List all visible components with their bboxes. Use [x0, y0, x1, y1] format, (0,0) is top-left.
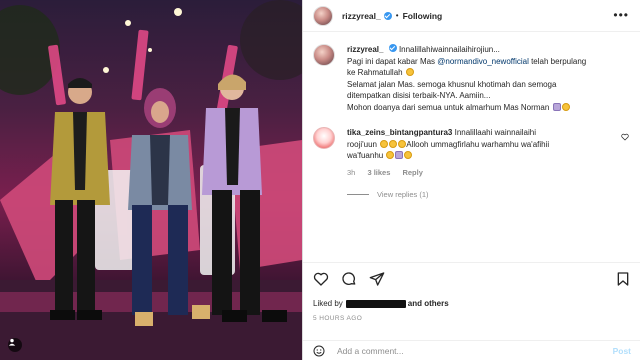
- heart-icon[interactable]: [313, 271, 329, 287]
- reply-button[interactable]: Reply: [402, 168, 422, 177]
- liked-by-prefix: Liked by: [313, 299, 343, 308]
- sad-emoji-icon: [561, 102, 570, 111]
- verified-icon: [383, 11, 392, 20]
- more-icon[interactable]: •••: [613, 8, 629, 22]
- crying-emoji-icon: [380, 139, 389, 148]
- comment-icon[interactable]: [341, 271, 357, 287]
- crying-emoji-icon: [404, 151, 413, 159]
- crying-emoji-icon: [386, 151, 395, 159]
- separator-dot: •: [395, 11, 399, 20]
- bookmark-icon[interactable]: [615, 271, 631, 287]
- comment-line: Allooh ummagfirlahu warhamhu wa'afihii: [406, 139, 550, 149]
- post-timestamp: 5 HOURS AGO: [313, 315, 363, 322]
- emoji-icon[interactable]: [313, 345, 325, 357]
- redacted-username: [345, 299, 406, 308]
- post-header: rizzyreal_ • Following •••: [303, 0, 640, 32]
- caption-line: telah berpulang: [528, 56, 587, 66]
- liked-by-others[interactable]: and others: [408, 299, 449, 308]
- caption-line: Pagi ini dapat kabar Mas: [347, 56, 438, 66]
- view-replies-button[interactable]: View replies (1): [347, 190, 631, 199]
- avatar[interactable]: [313, 5, 333, 26]
- following-button[interactable]: Following: [403, 11, 443, 21]
- post-sidebar: rizzyreal_ • Following ••• rizzyreal_ In…: [302, 0, 640, 360]
- comment-age: 3h: [347, 167, 356, 177]
- caption-line: Mohon doanya dari semua untuk almarhum M…: [347, 102, 550, 112]
- comments-list: rizzyreal_ Innalillahiwainnailaihirojiun…: [303, 44, 640, 266]
- mention-link[interactable]: @normandivo_newofficial: [437, 57, 529, 66]
- avatar[interactable]: [313, 44, 335, 66]
- stage-scene: [0, 0, 302, 360]
- comment-heart-icon[interactable]: [621, 133, 629, 141]
- post-photo[interactable]: [0, 0, 302, 360]
- praying-hands-icon: [552, 102, 561, 111]
- comment-likes[interactable]: 3 likes: [367, 168, 390, 177]
- caption-line: Selamat jalan Mas. semoga khusnul khotim…: [347, 79, 557, 89]
- caption-line: ke Rahmatullah: [347, 68, 403, 77]
- comment-line: wa'fuanhu: [347, 151, 384, 160]
- comment-meta: 3h 3 likes Reply: [347, 168, 631, 177]
- comment-item: tika_zeins_bintangpantura3 Innalillaahi …: [313, 127, 631, 199]
- view-replies-label: View replies (1): [377, 189, 429, 199]
- add-comment-bar: Add a comment... Post: [303, 340, 640, 360]
- sad-emoji-icon: [405, 68, 414, 76]
- avatar[interactable]: [313, 127, 335, 149]
- action-icons: [313, 269, 631, 291]
- crying-emoji-icon: [389, 139, 398, 148]
- comment-line: Innalillaahi wainnailaihi: [454, 128, 536, 137]
- caption-text: rizzyreal_ Innalillahiwainnailaihirojiun…: [347, 44, 631, 113]
- instagram-post: rizzyreal_ • Following ••• rizzyreal_ In…: [0, 0, 640, 360]
- divider: [347, 193, 369, 195]
- comment-text: tika_zeins_bintangpantura3 Innalillaahi …: [347, 127, 631, 162]
- caption-line: ditempatkan disisi terbaik-NYA. Aamiin..…: [347, 91, 491, 100]
- caption: rizzyreal_ Innalillahiwainnailaihirojiun…: [313, 44, 631, 113]
- caption-username[interactable]: rizzyreal_: [347, 45, 383, 54]
- praying-hands-icon: [395, 151, 404, 159]
- header-username[interactable]: rizzyreal_: [342, 11, 381, 21]
- tagged-user-icon[interactable]: [8, 338, 22, 352]
- comment-input[interactable]: Add a comment...: [337, 346, 613, 356]
- verified-icon: [388, 44, 397, 52]
- post-actions: Liked by and others 5 HOURS AGO: [303, 262, 640, 322]
- comment-line: rooji'uun: [347, 139, 377, 149]
- comment-username[interactable]: tika_zeins_bintangpantura3: [347, 128, 452, 137]
- share-icon[interactable]: [369, 271, 385, 287]
- liked-by: Liked by and others: [313, 299, 631, 308]
- caption-line: Innalillahiwainnailaihirojiun...: [398, 45, 500, 54]
- post-button[interactable]: Post: [613, 346, 631, 356]
